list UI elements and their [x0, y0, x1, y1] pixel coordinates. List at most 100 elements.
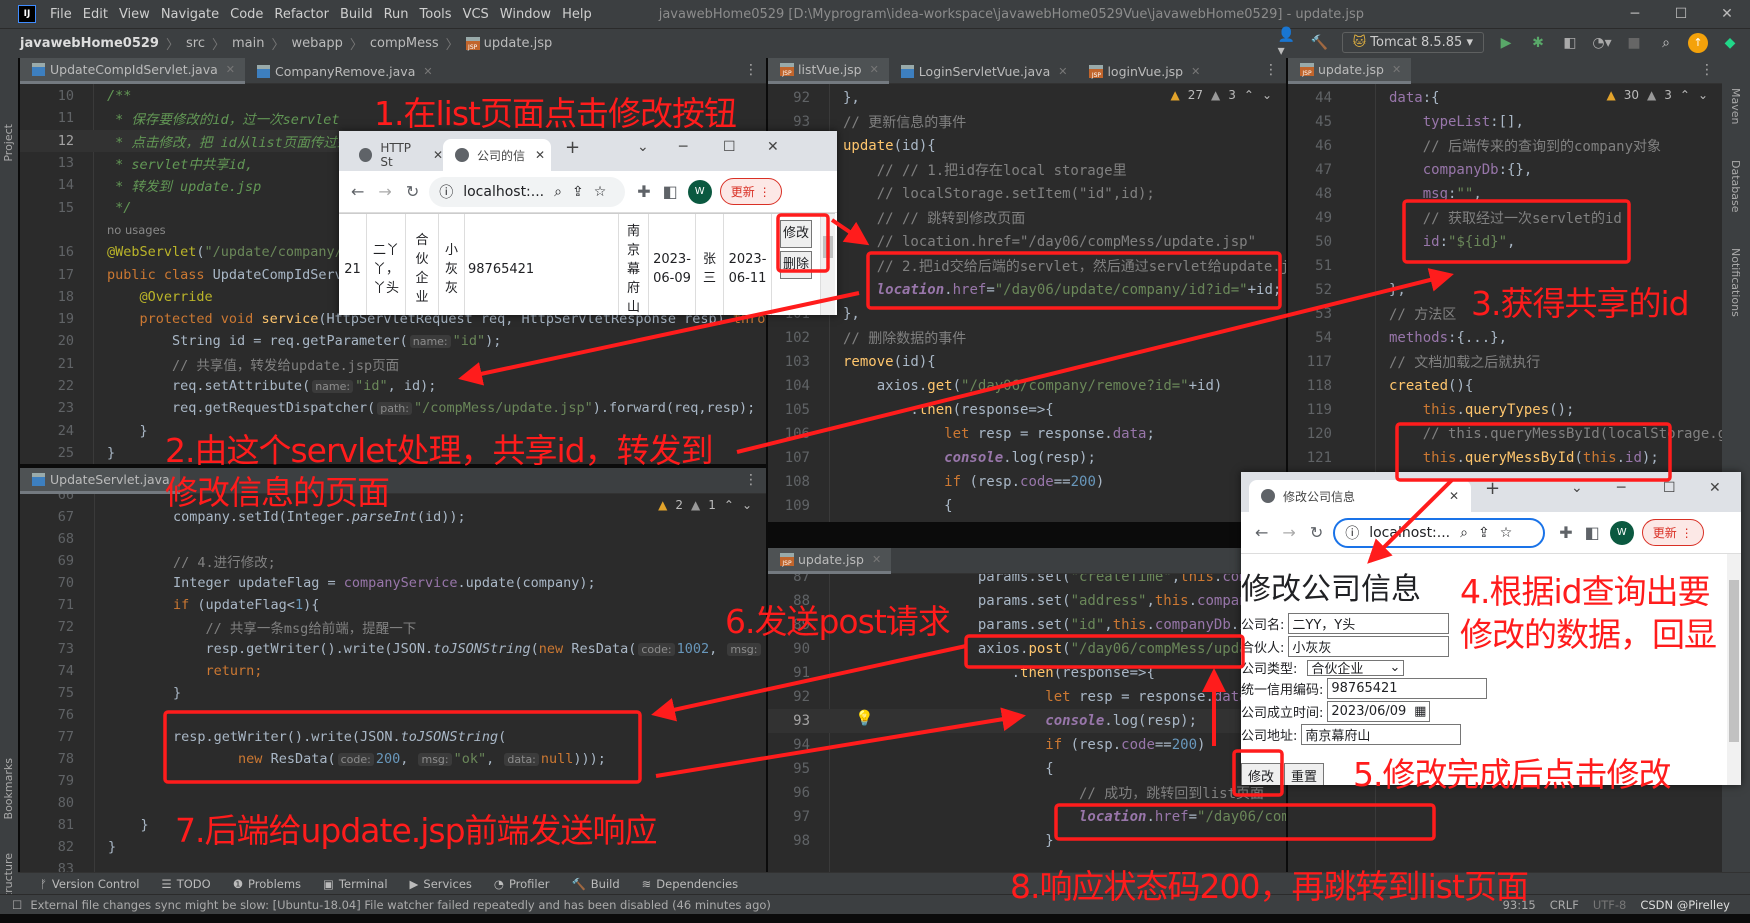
- close-tab-icon[interactable]: ✕: [872, 553, 881, 566]
- menu-tools[interactable]: Tools: [420, 7, 452, 22]
- services-button[interactable]: ▶ Services: [410, 877, 472, 891]
- next-highlight-icon[interactable]: ⌄: [1262, 88, 1272, 102]
- extensions-icon[interactable]: ✚: [1559, 523, 1572, 542]
- reload-icon[interactable]: ↻: [406, 182, 419, 201]
- code-line[interactable]: 121 this.queryMessById(this.id);: [1288, 446, 1722, 470]
- tab-update-jsp[interactable]: JSP update.jsp ✕: [768, 548, 892, 574]
- scrollbar[interactable]: [1727, 554, 1741, 785]
- zoom-icon[interactable]: ⌕: [1460, 525, 1468, 541]
- new-tab-icon[interactable]: +: [1485, 478, 1500, 499]
- code-line[interactable]: 118 created(){: [1288, 374, 1722, 398]
- back-icon[interactable]: ←: [1255, 523, 1268, 542]
- code-line[interactable]: 79: [20, 770, 766, 792]
- code-line[interactable]: 50 id:"${id}",: [1288, 230, 1722, 254]
- breadcrumb-project[interactable]: javawebHome0529: [20, 36, 159, 51]
- editor-list-vue-jsp[interactable]: JSP listVue.jsp ✕ LoginServletVue.java ✕ JS…: [768, 58, 1286, 522]
- code-line[interactable]: 96 // localStorage.setItem("id",id);: [768, 182, 1286, 206]
- code-line[interactable]: 93 // 更新信息的事件: [768, 110, 1286, 134]
- profile-avatar[interactable]: W: [1609, 520, 1634, 545]
- code-line[interactable]: 94 if (resp.code==200): [768, 733, 1286, 757]
- delete-button[interactable]: 删除: [780, 251, 812, 279]
- code-line[interactable]: 66: [20, 494, 766, 506]
- reset-button[interactable]: 重置: [1284, 763, 1325, 785]
- search-icon[interactable]: ⌕: [1656, 33, 1676, 53]
- status-message[interactable]: External file changes sync might be slow…: [30, 898, 771, 912]
- address-bar[interactable]: ⓘ localhost:... ⌕ ⇪ ☆: [1333, 517, 1546, 548]
- breadcrumb-webapp[interactable]: webapp: [291, 36, 342, 51]
- notifications-tool-button[interactable]: Notifications: [1729, 248, 1742, 317]
- code-line[interactable]: 48 msg:"",: [1288, 182, 1722, 206]
- code-line[interactable]: 71 if (updateFlag<1){: [20, 594, 766, 616]
- code-line[interactable]: 119 this.queryTypes();: [1288, 398, 1722, 422]
- run-config-dropdown[interactable]: 🐱 Tomcat 8.5.85 ▾: [1341, 32, 1484, 53]
- build-button[interactable]: 🔨 Build: [571, 877, 619, 891]
- code-line[interactable]: 87 params.set("createTime",this.compa: [768, 574, 1286, 589]
- line-separator[interactable]: CRLF: [1550, 898, 1579, 912]
- reload-icon[interactable]: ↻: [1310, 523, 1323, 542]
- code-line[interactable]: 75 }: [20, 682, 766, 704]
- code-line[interactable]: 83: [20, 858, 766, 872]
- code-line[interactable]: 103 remove(id){: [768, 350, 1286, 374]
- address-bar[interactable]: ⓘ localhost:... ⌕ ⇪ ☆: [429, 176, 626, 207]
- code-line[interactable]: 22 req.setAttribute(name: "id", id);: [20, 375, 766, 397]
- menu-refactor[interactable]: Refactor: [274, 7, 329, 22]
- code-line[interactable]: 47 companyDb:{},: [1288, 158, 1722, 182]
- menu-code[interactable]: Code: [230, 7, 263, 22]
- stop-icon[interactable]: ■: [1624, 33, 1644, 53]
- code-line[interactable]: 95 {: [768, 757, 1286, 781]
- code-line[interactable]: 101},: [768, 302, 1286, 326]
- credit-code-input[interactable]: 98765421: [1327, 678, 1488, 699]
- minimize-icon[interactable]: ─: [1612, 0, 1658, 28]
- code-line[interactable]: 98 // location.href="/day06/compMess/upd…: [768, 230, 1286, 254]
- tab-update-comp-id-servlet[interactable]: UpdateCompIdServlet.java ✕: [20, 58, 245, 84]
- tab-login-servlet-vue[interactable]: LoginServletVue.java ✕: [889, 58, 1078, 84]
- more-tabs-icon[interactable]: ⋮: [1700, 62, 1714, 78]
- more-tabs-icon[interactable]: ⋮: [1264, 62, 1278, 78]
- breadcrumb-compmess[interactable]: compMess: [370, 36, 439, 51]
- partner-input[interactable]: 小灰灰: [1288, 636, 1450, 657]
- terminal-button[interactable]: ▣ Terminal: [323, 877, 387, 891]
- inspection-widget[interactable]: ▲ 30 ▲ 3 ⌃ ⌄: [1606, 88, 1708, 102]
- share-icon[interactable]: ⇪: [1478, 525, 1490, 541]
- close-tab-icon[interactable]: ✕: [433, 148, 443, 162]
- address-input[interactable]: 南京幕府山: [1301, 724, 1462, 745]
- back-icon[interactable]: ←: [351, 182, 364, 201]
- minimize-icon[interactable]: ─: [1617, 480, 1625, 496]
- intention-bulb-icon[interactable]: 💡: [855, 709, 874, 727]
- coverage-icon[interactable]: ◧: [1560, 33, 1580, 53]
- code-line[interactable]: 76: [20, 704, 766, 726]
- close-icon[interactable]: ✕: [1704, 0, 1750, 28]
- project-tool-button[interactable]: Project: [2, 124, 15, 162]
- profiler-button[interactable]: ◔ Profiler: [494, 877, 550, 891]
- new-tab-icon[interactable]: +: [565, 137, 580, 158]
- code-line[interactable]: 117 // 文档加载之后就执行: [1288, 350, 1722, 374]
- close-tab-icon[interactable]: ✕: [1449, 489, 1459, 503]
- more-tabs-icon[interactable]: ⋮: [744, 62, 758, 78]
- close-tab-icon[interactable]: ✕: [1392, 63, 1401, 76]
- inspection-widget[interactable]: ▲ 2 ▲ 1 ⌃ ⌄: [658, 498, 752, 512]
- tab-company-remove[interactable]: CompanyRemove.java ✕: [245, 58, 443, 84]
- maximize-icon[interactable]: ☐: [1658, 0, 1704, 28]
- profile-avatar[interactable]: W: [687, 179, 712, 204]
- code-line[interactable]: 46 // 后端传来的查询到的company对象: [1288, 134, 1722, 158]
- code-line[interactable]: 105 .then(response=>{: [768, 398, 1286, 422]
- code-line[interactable]: 72 // 共享一条msg给前端，提醒一下: [20, 616, 766, 638]
- jetbrains-logo-icon[interactable]: ◆: [1720, 33, 1740, 53]
- tab-list-vue-jsp[interactable]: JSP listVue.jsp ✕: [768, 58, 889, 84]
- close-tab-icon[interactable]: ✕: [1191, 65, 1200, 78]
- code-line[interactable]: 97 // // 跳转到修改页面: [768, 206, 1286, 230]
- code-line[interactable]: 21 // 共享值，转发给update.jsp页面: [20, 353, 766, 375]
- tab-login-vue-jsp[interactable]: JSP loginVue.jsp ✕: [1077, 58, 1210, 84]
- code-line[interactable]: 120 // this.queryMessById(localStorage.g…: [1288, 422, 1722, 446]
- bookmark-star-icon[interactable]: ☆: [594, 184, 607, 200]
- code-line[interactable]: 20 String id = req.getParameter(name: "id…: [20, 330, 766, 352]
- code-line[interactable]: 91 .then(response=>{: [768, 661, 1286, 685]
- browser-tab-company[interactable]: 公司的信 ✕: [443, 139, 551, 171]
- dependencies-button[interactable]: ≋ Dependencies: [642, 877, 738, 891]
- code-line[interactable]: 98 }: [768, 829, 1286, 853]
- menu-file[interactable]: File: [50, 7, 72, 22]
- code-line[interactable]: 70 Integer updateFlag = companyService.u…: [20, 572, 766, 594]
- code-line[interactable]: 97 location.href="/day06/compMess/listVu…: [768, 805, 1286, 829]
- menu-build[interactable]: Build: [340, 7, 373, 22]
- calendar-icon[interactable]: ▦: [1414, 704, 1426, 719]
